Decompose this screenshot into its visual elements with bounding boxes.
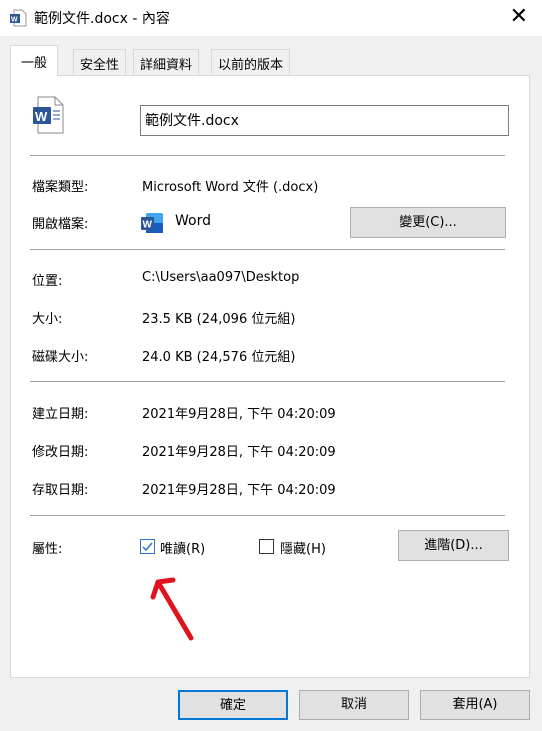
tab-details[interactable]: 詳細資料 xyxy=(133,49,200,75)
file-type-value: Microsoft Word 文件 (.docx) xyxy=(142,180,319,195)
size-label: 大小: xyxy=(32,312,63,327)
size-value: 23.5 KB (24,096 位元組) xyxy=(142,312,296,327)
modified-value: 2021年9月28日, 下午 04:20:09 xyxy=(142,445,336,460)
svg-text:W: W xyxy=(35,109,48,124)
close-icon[interactable]: ✕ xyxy=(510,4,528,29)
location-label: 位置: xyxy=(32,274,63,289)
svg-text:W: W xyxy=(143,220,153,231)
opens-with-label: 開啟檔案: xyxy=(32,217,89,232)
tab-security[interactable]: 安全性 xyxy=(73,49,127,75)
ok-button[interactable]: 確定 xyxy=(178,690,288,720)
apply-button[interactable]: 套用(A) xyxy=(420,690,530,720)
divider xyxy=(30,249,505,250)
opens-with-value: Word xyxy=(175,213,211,229)
created-label: 建立日期: xyxy=(32,407,89,422)
readonly-checkbox[interactable] xyxy=(140,539,155,554)
svg-text:W: W xyxy=(11,17,18,24)
divider xyxy=(30,155,505,156)
divider xyxy=(30,381,505,382)
file-name-input[interactable]: 範例文件.docx xyxy=(140,105,509,136)
disk-size-label: 磁碟大小: xyxy=(32,350,89,365)
readonly-label[interactable]: 唯讀(R) xyxy=(160,538,205,557)
divider xyxy=(30,515,505,516)
tab-previous-versions[interactable]: 以前的版本 xyxy=(211,49,291,75)
tab-general[interactable]: 一般 xyxy=(10,45,59,76)
hidden-checkbox[interactable] xyxy=(259,539,274,554)
window-title: 範例文件.docx - 內容 xyxy=(34,11,170,27)
cancel-button[interactable]: 取消 xyxy=(299,690,409,720)
accessed-value: 2021年9月28日, 下午 04:20:09 xyxy=(142,483,336,498)
tab-panel-general xyxy=(10,75,530,678)
word-app-icon: W xyxy=(141,213,163,233)
word-doc-icon: W xyxy=(10,9,27,27)
check-icon xyxy=(142,542,153,552)
word-file-icon: W xyxy=(33,96,64,134)
red-arrow-annotation-icon xyxy=(150,577,194,641)
location-value: C:\Users\aa097\Desktop xyxy=(142,270,300,285)
attributes-label: 屬性: xyxy=(32,542,63,557)
modified-label: 修改日期: xyxy=(32,445,89,460)
disk-size-value: 24.0 KB (24,576 位元組) xyxy=(142,350,296,365)
advanced-button[interactable]: 進階(D)... xyxy=(398,530,509,561)
change-button[interactable]: 變更(C)... xyxy=(350,207,506,238)
accessed-label: 存取日期: xyxy=(32,483,89,498)
file-type-label: 檔案類型: xyxy=(32,180,89,195)
hidden-label[interactable]: 隱藏(H) xyxy=(280,538,326,557)
created-value: 2021年9月28日, 下午 04:20:09 xyxy=(142,407,336,422)
